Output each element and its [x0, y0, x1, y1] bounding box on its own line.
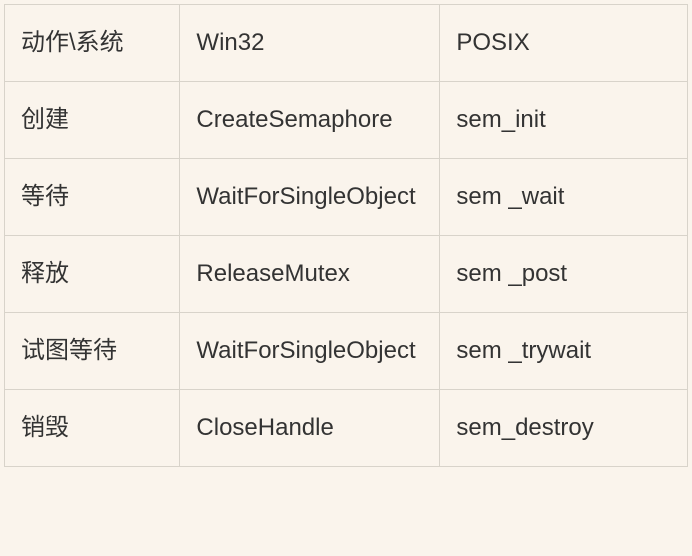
- table-cell: CreateSemaphore: [180, 82, 440, 159]
- table-cell: CloseHandle: [180, 390, 440, 467]
- table-cell: WaitForSingleObject: [180, 313, 440, 390]
- table-cell: 释放: [5, 236, 180, 313]
- table-row: 销毁 CloseHandle sem_destroy: [5, 390, 688, 467]
- table-cell: 等待: [5, 159, 180, 236]
- table-cell: WaitForSingleObject: [180, 159, 440, 236]
- table-cell: sem _post: [440, 236, 688, 313]
- table-cell: 创建: [5, 82, 180, 159]
- table-cell: sem_init: [440, 82, 688, 159]
- api-comparison-table: 动作\系统 Win32 POSIX 创建 CreateSemaphore sem…: [4, 4, 688, 467]
- table-cell: ReleaseMutex: [180, 236, 440, 313]
- table-row: 动作\系统 Win32 POSIX: [5, 5, 688, 82]
- table-cell: 动作\系统: [5, 5, 180, 82]
- table-row: 等待 WaitForSingleObject sem _wait: [5, 159, 688, 236]
- table-cell: 试图等待: [5, 313, 180, 390]
- table-cell: 销毁: [5, 390, 180, 467]
- table-cell: POSIX: [440, 5, 688, 82]
- table-cell: sem_destroy: [440, 390, 688, 467]
- table-row: 创建 CreateSemaphore sem_init: [5, 82, 688, 159]
- table-cell: sem _trywait: [440, 313, 688, 390]
- table-row: 释放 ReleaseMutex sem _post: [5, 236, 688, 313]
- table-cell: Win32: [180, 5, 440, 82]
- table-cell: sem _wait: [440, 159, 688, 236]
- table-row: 试图等待 WaitForSingleObject sem _trywait: [5, 313, 688, 390]
